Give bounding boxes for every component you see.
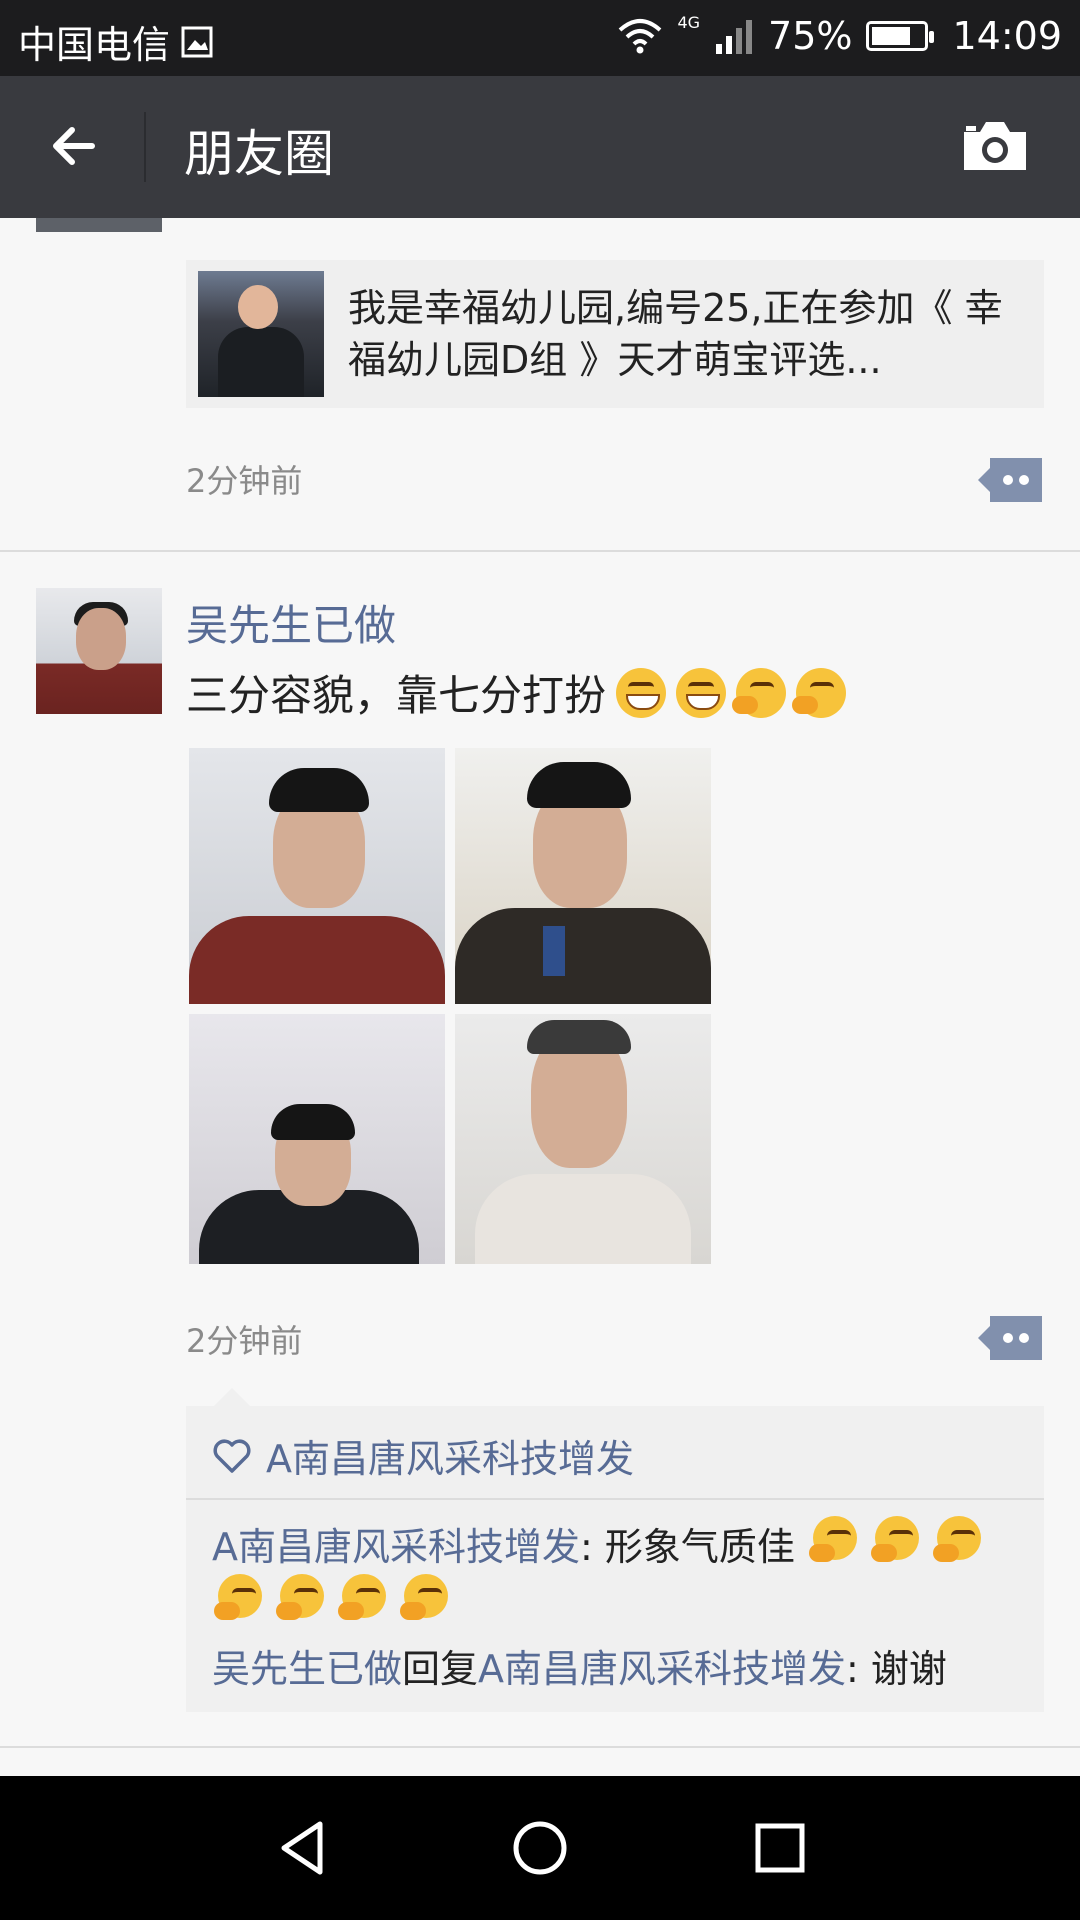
- thinking-emoji-icon: [214, 1574, 262, 1620]
- page-title: 朋友圈: [184, 125, 334, 183]
- carrier-label: 中国电信: [18, 23, 171, 67]
- prev-post-avatar[interactable]: [36, 218, 162, 232]
- thinking-emoji-icon: [732, 667, 787, 718]
- status-bar: 中国电信 4G 75% 14:09: [0, 0, 1080, 76]
- nav-home-icon[interactable]: [504, 1812, 576, 1884]
- post-photo-4[interactable]: [455, 1014, 711, 1264]
- thinking-emoji-icon: [338, 1574, 387, 1620]
- battery-icon: [866, 21, 935, 51]
- nav-back-icon[interactable]: [268, 1812, 340, 1884]
- comment-text: 形象气质佳: [604, 1525, 795, 1569]
- cellular-signal-icon: [716, 20, 753, 54]
- shared-link-card[interactable]: 我是幸福幼儿园,编号25,正在参加《 幸福幼儿园D组 》天才萌宝评选...: [186, 260, 1044, 408]
- nav-recents-icon[interactable]: [744, 1812, 816, 1884]
- thinking-emoji-icon: [400, 1574, 449, 1620]
- post-text-body: 三分容貌，靠七分打扮: [186, 671, 607, 720]
- prev-post-time: 2分钟前: [186, 462, 303, 500]
- post-photo-2[interactable]: [455, 748, 711, 1004]
- top-nav-bar: 朋友圈: [0, 76, 1080, 218]
- heart-outline-icon: [213, 1439, 251, 1473]
- camera-icon[interactable]: [960, 118, 1030, 174]
- post-author[interactable]: 吴先生已做: [186, 592, 396, 653]
- post-divider: [0, 1746, 1080, 1748]
- comment-menu-icon[interactable]: [978, 458, 1042, 502]
- likes-comments-panel: A南昌唐风采科技增发 A南昌唐风采科技增发: 形象气质佳 吴先生已做回复A南昌唐…: [186, 1406, 1044, 1712]
- reply-word: 回复: [402, 1647, 479, 1691]
- thinking-emoji-icon: [792, 667, 847, 718]
- like-names[interactable]: A南昌唐风采科技增发: [266, 1428, 634, 1483]
- avatar[interactable]: [36, 588, 162, 714]
- network-type-label: 4G: [677, 12, 701, 32]
- back-arrow-icon[interactable]: [44, 116, 104, 176]
- wifi-icon: [619, 19, 662, 54]
- post-text: 三分容貌，靠七分打扮: [186, 662, 847, 723]
- likes-row: A南昌唐风采科技增发: [212, 1428, 634, 1483]
- link-card-title: 我是幸福幼儿园,编号25,正在参加《 幸福幼儿园D组 》天才萌宝评选...: [348, 286, 1003, 382]
- post-time: 2分钟前: [186, 1322, 303, 1360]
- likes-pointer: [214, 1388, 250, 1406]
- comment-text: 谢谢: [870, 1647, 947, 1691]
- comment-item[interactable]: A南昌唐风采科技增发: 形象气质佳: [212, 1516, 1032, 1632]
- post-divider: [0, 550, 1080, 552]
- likes-divider: [186, 1498, 1044, 1500]
- nav-divider: [144, 112, 146, 182]
- comment-menu-icon[interactable]: [978, 1316, 1042, 1360]
- gallery-notification-icon: [181, 26, 213, 57]
- post-photo-3[interactable]: [189, 1014, 445, 1264]
- comment-item[interactable]: 吴先生已做回复A南昌唐风采科技增发: 谢谢: [212, 1642, 1032, 1696]
- comment-author[interactable]: 吴先生已做: [212, 1647, 402, 1691]
- thinking-emoji-icon: [933, 1516, 982, 1562]
- clock: 14:09: [952, 14, 1062, 58]
- reply-target[interactable]: A南昌唐风采科技增发: [478, 1647, 846, 1691]
- post-photo-1[interactable]: [189, 748, 445, 1004]
- thinking-emoji-icon: [809, 1516, 857, 1562]
- system-nav-bar: [0, 1776, 1080, 1920]
- grin-emoji-icon: [676, 667, 727, 718]
- link-thumbnail: [198, 271, 324, 397]
- grin-emoji-icon: [616, 667, 667, 718]
- thinking-emoji-icon: [276, 1574, 325, 1620]
- thinking-emoji-icon: [871, 1516, 920, 1562]
- comment-author[interactable]: A南昌唐风采科技增发: [212, 1525, 580, 1569]
- battery-percent: 75%: [768, 14, 853, 58]
